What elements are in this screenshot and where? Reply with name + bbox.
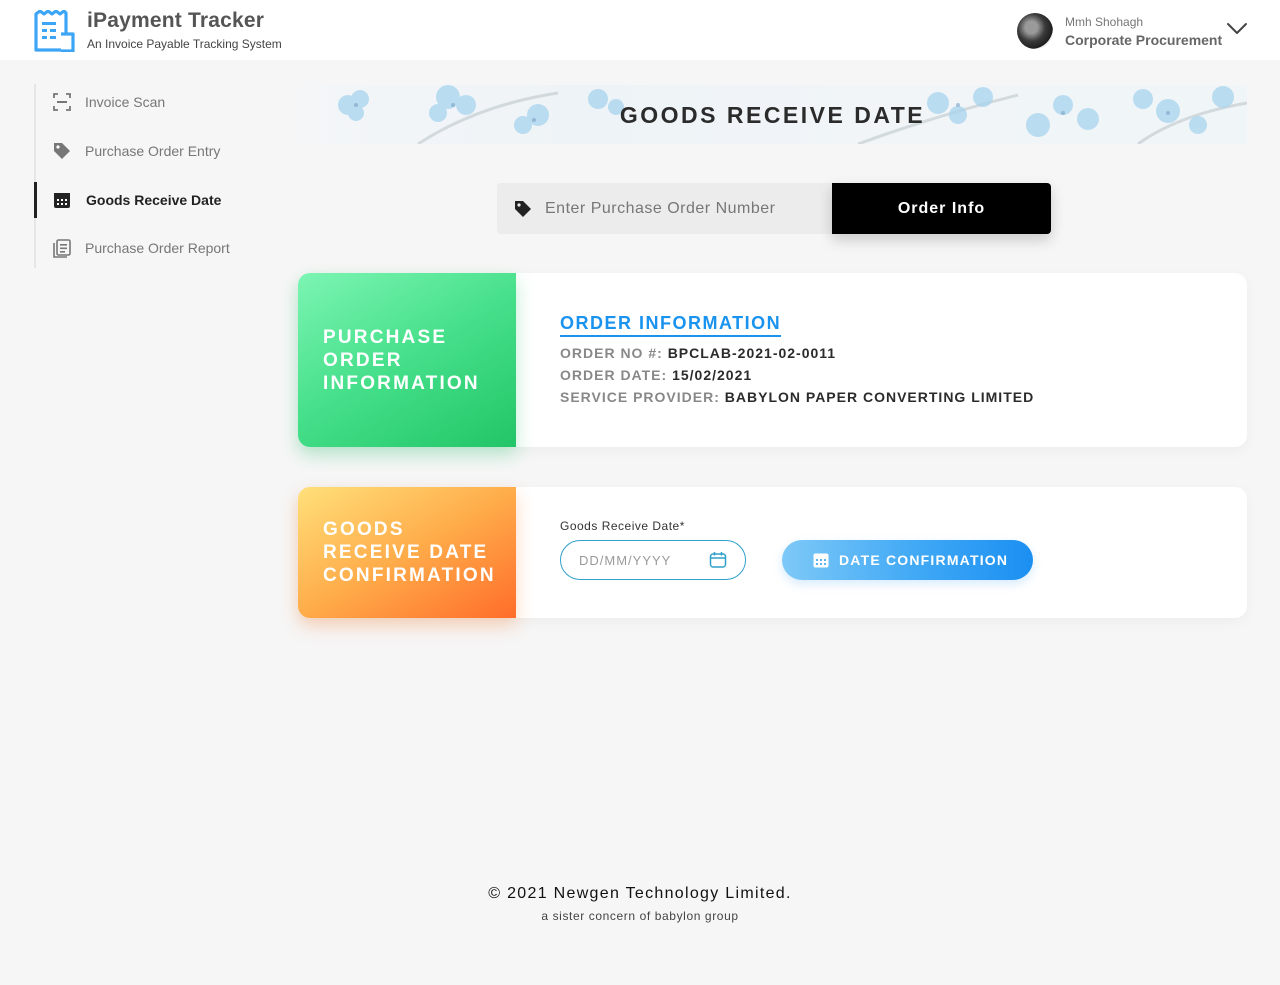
- scan-icon: [53, 93, 71, 111]
- date-confirmation-label: DATE CONFIRMATION: [839, 552, 1009, 568]
- page-title: GOODS RECEIVE DATE: [619, 102, 926, 128]
- goods-receive-date-input[interactable]: [579, 541, 709, 579]
- sidebar-item-label: Invoice Scan: [85, 94, 166, 110]
- page-banner: GOODS RECEIVE DATE: [298, 85, 1247, 144]
- order-number-row: ORDER NO #: BPCLAB-2021-02-0011: [560, 345, 836, 361]
- sidebar-item-purchase-order-entry[interactable]: Purchase Order Entry: [36, 133, 266, 169]
- calendar-icon[interactable]: [709, 551, 727, 569]
- top-bar: iPayment Tracker An Invoice Payable Trac…: [0, 0, 1280, 60]
- footer-tagline: a sister concern of babylon group: [541, 909, 739, 923]
- tag-icon: [515, 201, 531, 217]
- calendar-icon: [54, 193, 70, 208]
- service-provider-value: BABYLON PAPER CONVERTING LIMITED: [724, 389, 1035, 405]
- app-subtitle: An Invoice Payable Tracking System: [87, 37, 282, 51]
- confirm-card-side-title: GOODS RECEIVE DATE CONFIRMATION: [323, 519, 496, 586]
- tag-icon: [54, 143, 70, 159]
- order-search-bar: Order Info: [497, 183, 1051, 234]
- calendar-icon: [813, 553, 829, 568]
- app-logo-icon[interactable]: [33, 10, 75, 52]
- user-role: Corporate Procurement: [1065, 32, 1223, 48]
- date-confirmation-button[interactable]: DATE CONFIRMATION: [782, 540, 1033, 580]
- sidebar-nav: Invoice Scan Purchase Order Entry Goods …: [34, 84, 264, 268]
- order-number-value: BPCLAB-2021-02-0011: [667, 345, 837, 361]
- confirm-card-side-panel: GOODS RECEIVE DATE CONFIRMATION: [298, 487, 516, 618]
- sidebar-item-invoice-scan[interactable]: Invoice Scan: [36, 84, 266, 120]
- order-info-button[interactable]: Order Info: [832, 183, 1051, 234]
- chevron-down-icon[interactable]: [1226, 20, 1248, 36]
- purchase-order-number-input[interactable]: [545, 183, 825, 234]
- order-information-heading[interactable]: ORDER INFORMATION: [560, 313, 782, 337]
- service-provider-label: SERVICE PROVIDER:: [560, 389, 720, 405]
- order-card-side-title: PURCHASE ORDER INFORMATION: [323, 326, 480, 394]
- goods-receive-date-field: [560, 540, 746, 580]
- order-information-card: PURCHASE ORDER INFORMATION ORDER INFORMA…: [298, 273, 1247, 447]
- order-date-row: ORDER DATE: 15/02/2021: [560, 367, 752, 383]
- goods-receive-date-label: Goods Receive Date*: [560, 519, 685, 533]
- search-field-container: [497, 183, 832, 234]
- user-name: Mmh Shohagh: [1065, 15, 1144, 29]
- order-number-label: ORDER NO #:: [560, 345, 663, 361]
- service-provider-row: SERVICE PROVIDER: BABYLON PAPER CONVERTI…: [560, 389, 1034, 405]
- sidebar-item-purchase-order-report[interactable]: Purchase Order Report: [36, 230, 266, 266]
- sidebar-item-label: Goods Receive Date: [86, 192, 222, 208]
- order-date-label: ORDER DATE:: [560, 367, 668, 383]
- sidebar-item-goods-receive-date[interactable]: Goods Receive Date: [34, 182, 264, 218]
- order-card-side-panel: PURCHASE ORDER INFORMATION: [298, 273, 516, 447]
- sidebar-item-label: Purchase Order Entry: [85, 143, 221, 159]
- footer-copyright: © 2021 Newgen Technology Limited.: [488, 885, 792, 902]
- report-icon: [53, 239, 71, 258]
- user-avatar[interactable]: [1017, 13, 1053, 49]
- app-title: iPayment Tracker: [87, 9, 265, 32]
- sidebar-item-label: Purchase Order Report: [85, 240, 230, 256]
- order-date-value: 15/02/2021: [672, 367, 753, 383]
- date-confirmation-card: GOODS RECEIVE DATE CONFIRMATION Goods Re…: [298, 487, 1247, 618]
